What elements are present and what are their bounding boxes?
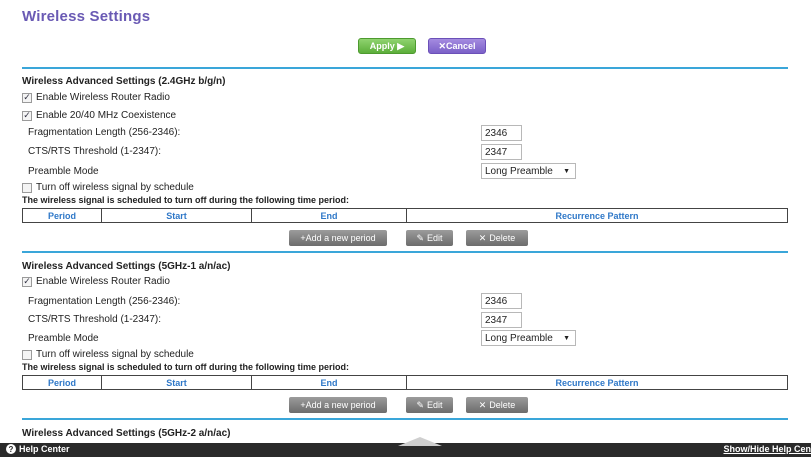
rts-threshold-5ghz1-label: CTS/RTS Threshold (1-2347): <box>28 314 162 325</box>
section-divider <box>22 418 788 420</box>
help-footer: ? Help Center Show/Hide Help Cen <box>0 437 811 457</box>
frag-length-5ghz1-input[interactable]: 2346 <box>481 293 522 309</box>
delete-label: Delete <box>489 400 516 410</box>
edit-label: Edit <box>427 233 443 243</box>
top-border <box>0 0 811 4</box>
coexistence-row: ✓ Enable 20/40 MHz Coexistence <box>22 110 176 121</box>
add-period-label: +Add a new period <box>300 233 376 243</box>
coexistence-checkbox[interactable]: ✓ <box>22 110 32 121</box>
section-divider <box>22 67 788 69</box>
schedule-24ghz-row: Turn off wireless signal by schedule <box>22 182 194 193</box>
coexistence-label: Enable 20/40 MHz Coexistence <box>36 110 177 121</box>
column-header-end: End <box>251 208 407 223</box>
preamble-5ghz1-label: Preamble Mode <box>28 333 99 344</box>
column-header-start: Start <box>101 375 252 390</box>
preamble-5ghz1-value: Long Preamble <box>485 332 553 344</box>
pencil-icon: ✎ <box>416 232 425 243</box>
apply-label: Apply ▶ <box>369 40 405 51</box>
x-icon: ✕ <box>478 399 487 410</box>
edit-24ghz-button[interactable]: ✎ Edit <box>406 230 453 246</box>
cancel-label: ✕Cancel <box>438 40 476 51</box>
frag-length-24ghz-label: Fragmentation Length (256-2346): <box>28 127 181 138</box>
schedule-5ghz1-heading: The wireless signal is scheduled to turn… <box>22 362 350 372</box>
section-title-24ghz: Wireless Advanced Settings (2.4GHz b/g/n… <box>22 76 226 87</box>
page-title: Wireless Settings <box>22 8 151 25</box>
add-period-5ghz1-button[interactable]: +Add a new period <box>289 397 387 413</box>
section-title-5ghz1: Wireless Advanced Settings (5GHz-1 a/n/a… <box>22 261 231 272</box>
enable-radio-5ghz1-checkbox[interactable]: ✓ <box>22 276 32 287</box>
section-title-5ghz2: Wireless Advanced Settings (5GHz-2 a/n/a… <box>22 428 231 439</box>
column-header-end: End <box>251 375 407 390</box>
pencil-icon: ✎ <box>416 399 425 410</box>
schedule-5ghz1-table: Period Start End Recurrence Pattern <box>22 375 788 390</box>
delete-24ghz-button[interactable]: ✕ Delete <box>466 230 528 246</box>
schedule-5ghz1-label: Turn off wireless signal by schedule <box>36 349 194 360</box>
schedule-24ghz-table: Period Start End Recurrence Pattern <box>22 208 788 223</box>
rts-threshold-5ghz1-input[interactable]: 2347 <box>481 312 522 328</box>
enable-radio-24ghz-row: ✓ Enable Wireless Router Radio <box>22 92 170 103</box>
table-header-row: Period Start End Recurrence Pattern <box>22 375 788 390</box>
add-period-24ghz-button[interactable]: +Add a new period <box>289 230 387 246</box>
show-hide-help-link[interactable]: Show/Hide Help Cen <box>723 444 811 454</box>
schedule-24ghz-label: Turn off wireless signal by schedule <box>36 182 194 193</box>
question-icon: ? <box>6 444 16 454</box>
enable-radio-5ghz1-row: ✓ Enable Wireless Router Radio <box>22 276 170 287</box>
edit-5ghz1-button[interactable]: ✎ Edit <box>406 397 453 413</box>
triangle-up-icon[interactable] <box>398 437 442 446</box>
preamble-24ghz-select[interactable]: Long Preamble ▼ <box>481 163 576 179</box>
delete-5ghz1-button[interactable]: ✕ Delete <box>466 397 528 413</box>
help-center-link[interactable]: ? Help Center <box>6 444 70 454</box>
preamble-24ghz-value: Long Preamble <box>485 165 553 177</box>
enable-radio-5ghz1-label: Enable Wireless Router Radio <box>36 276 170 287</box>
schedule-5ghz1-row: Turn off wireless signal by schedule <box>22 349 194 360</box>
chevron-down-icon: ▼ <box>563 334 570 342</box>
schedule-5ghz1-checkbox[interactable] <box>22 349 32 360</box>
apply-button[interactable]: Apply ▶ <box>358 38 416 54</box>
section-divider <box>22 251 788 253</box>
rts-threshold-24ghz-label: CTS/RTS Threshold (1-2347): <box>28 146 162 157</box>
schedule-24ghz-checkbox[interactable] <box>22 182 32 193</box>
x-icon: ✕ <box>478 232 487 243</box>
cancel-button[interactable]: ✕Cancel <box>428 38 486 54</box>
frag-length-5ghz1-label: Fragmentation Length (256-2346): <box>28 296 181 307</box>
preamble-5ghz1-select[interactable]: Long Preamble ▼ <box>481 330 576 346</box>
table-header-row: Period Start End Recurrence Pattern <box>22 208 788 223</box>
enable-radio-24ghz-checkbox[interactable]: ✓ <box>22 92 32 103</box>
enable-radio-24ghz-label: Enable Wireless Router Radio <box>36 92 170 103</box>
delete-label: Delete <box>489 233 516 243</box>
column-header-period: Period <box>22 375 102 390</box>
schedule-24ghz-heading: The wireless signal is scheduled to turn… <box>22 195 350 205</box>
column-header-recurrence: Recurrence Pattern <box>406 375 788 390</box>
column-header-period: Period <box>22 208 102 223</box>
chevron-down-icon: ▼ <box>563 167 570 175</box>
edit-label: Edit <box>427 400 443 410</box>
preamble-24ghz-label: Preamble Mode <box>28 166 99 177</box>
rts-threshold-24ghz-input[interactable]: 2347 <box>481 144 522 160</box>
column-header-recurrence: Recurrence Pattern <box>406 208 788 223</box>
column-header-start: Start <box>101 208 252 223</box>
help-center-label: Help Center <box>19 444 70 454</box>
add-period-label: +Add a new period <box>300 400 376 410</box>
frag-length-24ghz-input[interactable]: 2346 <box>481 125 522 141</box>
